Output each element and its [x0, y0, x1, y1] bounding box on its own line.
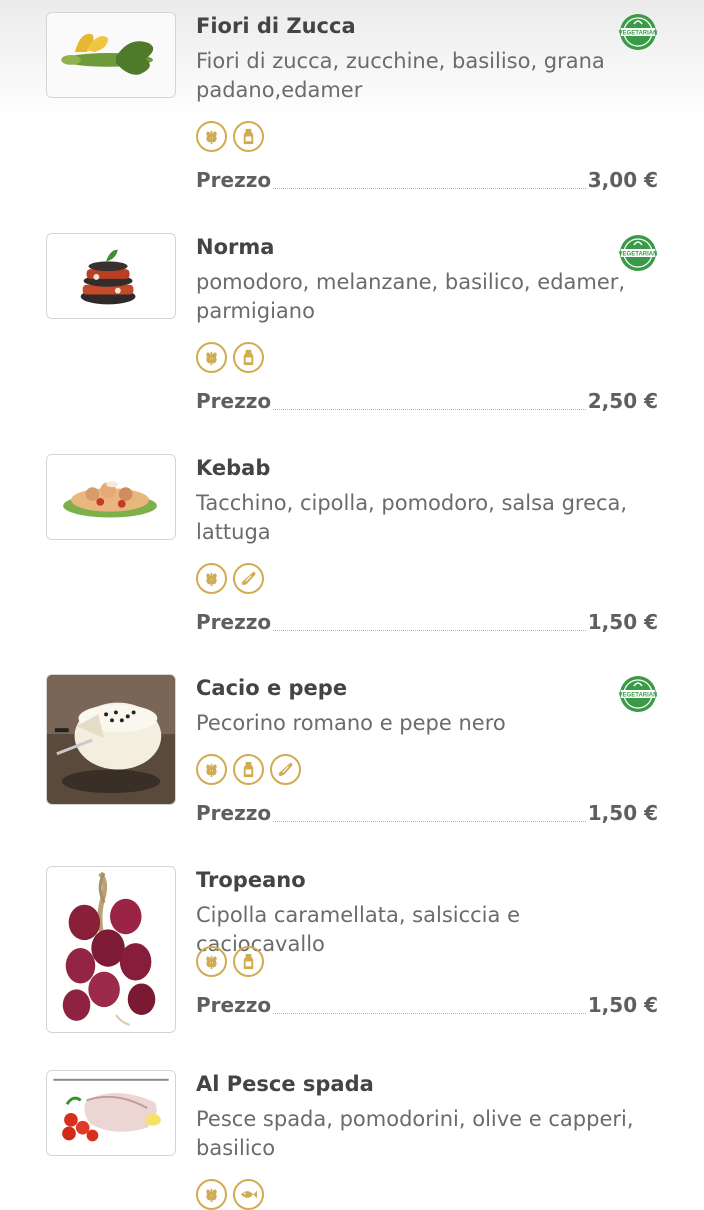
- allergen-list: [196, 563, 264, 594]
- price-value: 1,50 €: [587, 610, 658, 634]
- item-name: Norma: [196, 235, 275, 259]
- item-name: Cacio e pepe: [196, 676, 348, 700]
- allergen-list: [196, 1179, 264, 1210]
- price-leader: [273, 821, 586, 822]
- vegetarian-badge-icon: VEGETARIAN: [619, 14, 658, 50]
- gluten-icon: [196, 342, 227, 373]
- price-row: Prezzo 3,00 €: [196, 164, 658, 192]
- item-name: Tropeano: [196, 868, 306, 892]
- gluten-icon: [196, 563, 227, 594]
- allergen-list: [196, 121, 264, 152]
- price-label: Prezzo: [196, 168, 272, 192]
- dairy-icon: [233, 342, 264, 373]
- dairy-icon: [233, 946, 264, 977]
- item-name: Fiori di Zucca: [196, 14, 356, 38]
- price-value: 2,50 €: [587, 389, 658, 413]
- zucchini-flower-image[interactable]: [46, 12, 176, 98]
- price-leader: [273, 188, 586, 189]
- pecorino-cheese-image[interactable]: [46, 674, 176, 805]
- price-value: 1,50 €: [587, 993, 658, 1017]
- gluten-icon: [196, 754, 227, 785]
- vegetarian-badge-icon: VEGETARIAN: [619, 235, 658, 271]
- price-label: Prezzo: [196, 610, 272, 634]
- price-label: Prezzo: [196, 993, 272, 1017]
- gluten-icon: [196, 121, 227, 152]
- svg-text:VEGETARIAN: VEGETARIAN: [619, 252, 658, 258]
- eggplant-stack-image[interactable]: [46, 233, 176, 319]
- price-value: 3,00 €: [587, 168, 658, 192]
- price-label: Prezzo: [196, 801, 272, 825]
- price-row: Prezzo 1,50 €: [196, 989, 658, 1017]
- price-row: Prezzo 1,50 €: [196, 606, 658, 634]
- item-name: Al Pesce spada: [196, 1072, 374, 1096]
- item-description: pomodoro, melanzane, basilico, edamer, p…: [196, 270, 626, 323]
- kebab-plate-image[interactable]: [46, 454, 176, 540]
- price-leader: [273, 409, 586, 410]
- celery-icon: [270, 754, 301, 785]
- price-row: Prezzo 1,50 €: [196, 797, 658, 825]
- svg-text:VEGETARIAN: VEGETARIAN: [619, 693, 658, 699]
- vegetarian-badge-icon: VEGETARIAN: [619, 676, 658, 712]
- price-row: Prezzo 2,50 €: [196, 385, 658, 413]
- red-onions-image[interactable]: [46, 866, 176, 1033]
- allergen-list: [196, 754, 301, 785]
- swordfish-image[interactable]: [46, 1070, 176, 1156]
- item-description: Tacchino, cipolla, pomodoro, salsa greca…: [196, 491, 628, 544]
- price-label: Prezzo: [196, 389, 272, 413]
- price-leader: [273, 1013, 586, 1014]
- item-name: Kebab: [196, 456, 271, 480]
- gluten-icon: [196, 1179, 227, 1210]
- price-value: 1,50 €: [587, 801, 658, 825]
- dairy-icon: [233, 121, 264, 152]
- fish-icon: [233, 1179, 264, 1210]
- dairy-icon: [233, 754, 264, 785]
- item-description: Pesce spada, pomodorini, olive e capperi…: [196, 1107, 634, 1160]
- allergen-list: [196, 342, 264, 373]
- item-description: Fiori di zucca, zucchine, basiliso, gran…: [196, 49, 605, 102]
- celery-icon: [233, 563, 264, 594]
- allergen-list: [196, 946, 264, 977]
- item-description: Pecorino romano e pepe nero: [196, 711, 506, 735]
- svg-text:VEGETARIAN: VEGETARIAN: [619, 31, 658, 37]
- price-leader: [273, 630, 586, 631]
- gluten-icon: [196, 946, 227, 977]
